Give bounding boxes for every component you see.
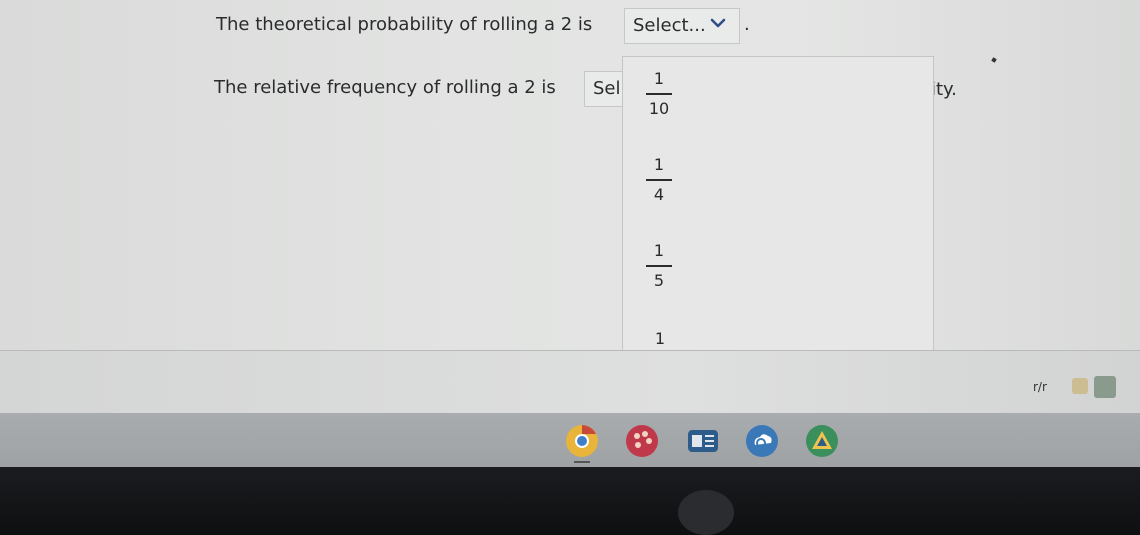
dropdown-option-1[interactable]: 1 <box>623 317 933 351</box>
theoretical-probability-select[interactable]: Select... <box>624 8 740 44</box>
laptop-brand-logo <box>678 490 734 535</box>
tray-app-icon[interactable] <box>1094 376 1116 398</box>
drive-app-icon[interactable] <box>805 424 839 458</box>
dropdown-option-1-10[interactable]: 1 10 <box>623 57 933 127</box>
question-1-period: . <box>744 14 750 35</box>
tray-app-icon[interactable] <box>1072 378 1088 394</box>
relative-frequency-select[interactable]: Sel <box>584 71 624 107</box>
art-app-icon[interactable] <box>625 424 659 458</box>
select-2-value: Sel <box>593 78 621 99</box>
classroom-icon[interactable] <box>686 424 720 458</box>
content-area: The theoretical probability of rolling a… <box>0 0 1140 351</box>
dropdown-options-list: 1 10 1 4 1 5 1 <box>622 56 934 350</box>
question-line-2: The relative frequency of rolling a 2 is <box>214 77 556 98</box>
chrome-icon[interactable] <box>565 424 599 458</box>
tray-status-text: r/r <box>1033 380 1047 394</box>
question-line-1: The theoretical probability of rolling a… <box>216 14 592 35</box>
question-2-text: The relative frequency of rolling a 2 is <box>214 77 556 98</box>
active-app-indicator <box>574 461 590 463</box>
chevron-down-icon <box>710 18 726 28</box>
cloud-sync-icon[interactable] <box>745 424 779 458</box>
laptop-bezel <box>0 467 1140 535</box>
select-1-value: Select... <box>633 15 706 36</box>
dropdown-option-1-5[interactable]: 1 5 <box>623 231 933 301</box>
question-1-text: The theoretical probability of rolling a… <box>216 14 593 35</box>
mouse-cursor <box>991 57 997 63</box>
lower-page-area <box>0 351 1140 413</box>
dropdown-option-1-4[interactable]: 1 4 <box>623 145 933 215</box>
